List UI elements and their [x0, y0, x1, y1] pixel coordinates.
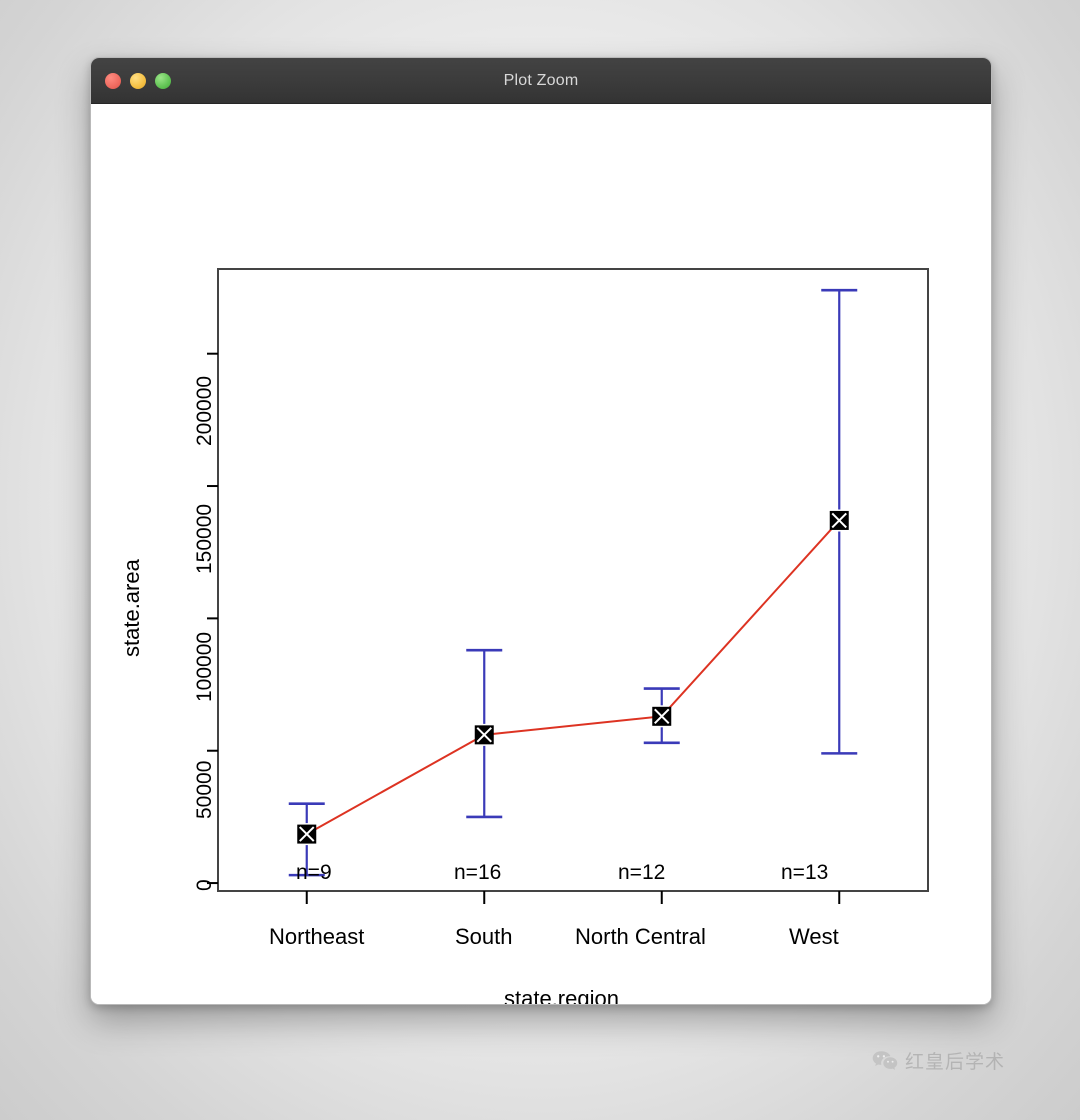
y-axis-title: state.area [119, 559, 144, 657]
x-tick-label-north-central: North Central [575, 924, 706, 949]
x-axis-ticks [305, 891, 841, 904]
n-label-northeast: n=9 [296, 861, 332, 884]
window-title: Plot Zoom [503, 71, 579, 89]
window-titlebar[interactable]: Plot Zoom [91, 58, 991, 104]
x-tick-label-south: South [455, 924, 513, 949]
y-tick-label-150000: 150000 [193, 503, 216, 574]
y-tick-label-100000: 100000 [193, 631, 216, 702]
x-axis-title: state.region [504, 986, 619, 1005]
plot-canvas: 0 50000 100000 150000 200000 state.area … [91, 104, 991, 1004]
y-tick-label-200000: 200000 [193, 375, 216, 446]
n-label-north-central: n=12 [618, 861, 666, 884]
window-controls [105, 58, 171, 103]
watermark-text: 红皇后学术 [905, 1051, 1006, 1073]
n-label-west: n=13 [781, 861, 829, 884]
series-line [306, 519, 840, 835]
plot-zoom-window: Plot Zoom 0 50000 100000 150000 200000 s… [90, 57, 992, 1005]
n-label-south: n=16 [454, 861, 502, 884]
y-tick-label-50000: 50000 [193, 760, 216, 819]
error-bars [288, 288, 858, 877]
x-tick-label-west: West [789, 924, 839, 949]
x-tick-label-northeast: Northeast [269, 924, 365, 949]
maximize-button[interactable] [155, 72, 171, 89]
y-tick-label-0: 0 [193, 879, 216, 891]
wechat-icon [872, 1050, 898, 1072]
minimize-button[interactable] [130, 72, 146, 89]
watermark: 红皇后学术 [872, 1047, 1005, 1074]
plot-svg [207, 268, 929, 904]
plot-frame [217, 268, 929, 892]
close-button[interactable] [105, 72, 121, 89]
